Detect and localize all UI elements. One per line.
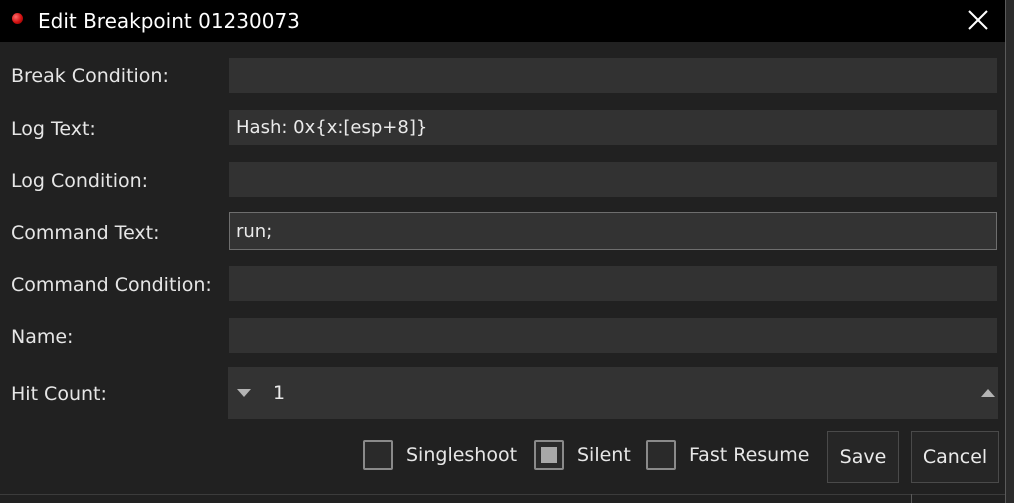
log-condition-input[interactable]	[229, 162, 997, 197]
singleshoot-label: Singleshoot	[406, 444, 518, 466]
name-input[interactable]	[229, 318, 997, 353]
hit-count-increment-button[interactable]	[972, 367, 1006, 419]
log-text-input[interactable]	[229, 110, 997, 145]
singleshoot-checkbox[interactable]	[363, 440, 393, 470]
triangle-up-icon	[981, 389, 995, 397]
singleshoot-option[interactable]: Singleshoot	[363, 438, 523, 474]
command-condition-label: Command Condition:	[11, 274, 212, 296]
hit-count-spinbox[interactable]: 1	[228, 367, 998, 419]
command-text-input[interactable]	[229, 212, 997, 250]
dialog-title: Edit Breakpoint 01230073	[38, 9, 300, 33]
fast-resume-option[interactable]: Fast Resume	[646, 438, 816, 474]
silent-checkbox[interactable]	[534, 440, 564, 470]
edit-breakpoint-dialog: Edit Breakpoint 01230073 Break Condition…	[0, 0, 1014, 503]
hit-count-decrement-button[interactable]	[228, 367, 262, 419]
bottom-edge-mark	[911, 494, 912, 503]
command-condition-input[interactable]	[229, 266, 997, 301]
red-dot-icon	[12, 13, 23, 24]
triangle-down-icon	[237, 389, 251, 397]
fast-resume-label: Fast Resume	[689, 444, 810, 466]
name-label: Name:	[11, 326, 74, 348]
break-condition-input[interactable]	[229, 58, 997, 93]
command-text-label: Command Text:	[11, 222, 160, 244]
hit-count-value[interactable]: 1	[273, 381, 285, 405]
close-icon	[968, 10, 988, 30]
close-button[interactable]	[956, 0, 1000, 42]
silent-option[interactable]: Silent	[534, 438, 634, 474]
log-text-label: Log Text:	[11, 118, 96, 140]
bottom-divider	[0, 494, 1005, 495]
cancel-button[interactable]: Cancel	[911, 431, 999, 483]
fast-resume-checkbox[interactable]	[646, 440, 676, 470]
title-bar: Edit Breakpoint 01230073	[0, 0, 1005, 42]
window-edge	[1005, 0, 1014, 503]
silent-label: Silent	[577, 444, 631, 466]
log-condition-label: Log Condition:	[11, 170, 149, 192]
break-condition-label: Break Condition:	[11, 65, 169, 87]
save-button[interactable]: Save	[827, 431, 899, 483]
hit-count-label: Hit Count:	[11, 383, 107, 405]
